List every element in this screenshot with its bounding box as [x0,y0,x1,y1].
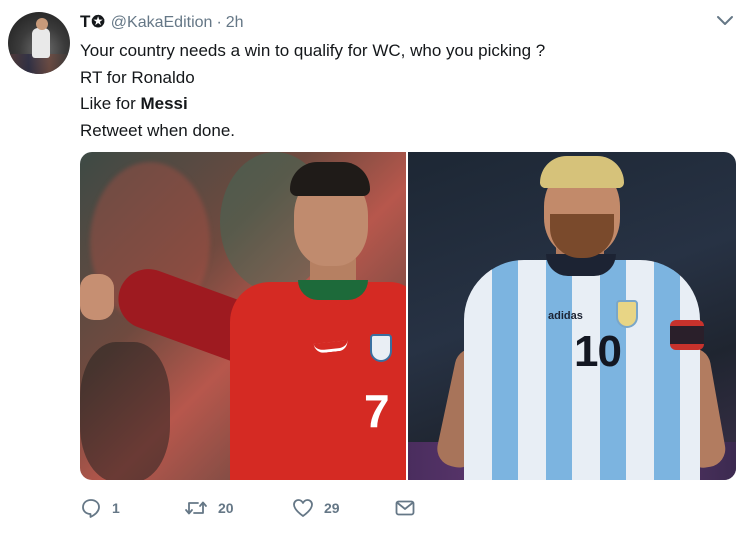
like-prefix: Like for [80,94,141,113]
tweet-actions: 1 20 29 [80,497,480,521]
ronaldo-photo[interactable]: 7 [80,152,406,480]
tweet-line-retweet: Retweet when done. [80,120,235,140]
shirt-number: 10 [574,327,622,376]
player-fist [80,274,114,320]
chevron-down-icon[interactable] [716,14,734,28]
reply-count: 1 [112,500,120,516]
display-name[interactable]: T [80,12,90,32]
tweet-text: Your country needs a win to qualify for … [80,38,720,144]
reply-icon [82,499,100,518]
team-crest-icon [616,300,638,328]
avatar[interactable] [8,12,70,74]
tweet-card: T ✪ @KakaEdition · 2h Your country needs… [0,0,750,534]
heart-icon [293,499,313,517]
jersey-collar [298,280,368,300]
player-hair [540,156,624,188]
direct-message-button[interactable] [394,497,416,519]
retweet-count: 20 [218,500,234,516]
tweet-line-rt: RT for Ronaldo [80,67,195,87]
tweet-media[interactable]: 7 adidas 10 [80,152,736,480]
user-handle[interactable]: @KakaEdition [111,14,213,32]
shirt-number: 7 [364,385,390,437]
like-bold: Messi [140,94,188,113]
team-crest-icon [370,334,392,362]
like-count: 29 [324,500,340,516]
tweet-header: T ✪ @KakaEdition · 2h [80,12,244,34]
retweet-button[interactable]: 20 [184,497,234,519]
timestamp[interactable]: 2h [226,14,244,32]
like-button[interactable]: 29 [292,497,340,519]
bokeh-shape [80,342,170,480]
avatar-figure [32,28,50,58]
captain-armband [670,320,704,350]
tweet-line-question: Your country needs a win to qualify for … [80,41,546,60]
messi-photo[interactable]: adidas 10 [408,152,736,480]
separator-dot: · [216,14,222,31]
avatar-head [36,18,48,30]
reply-button[interactable]: 1 [80,497,120,519]
name-badge: ✪ [91,14,105,31]
retweet-icon [185,501,207,515]
tweet-line-like: Like for Messi [80,91,720,118]
player-hair [290,162,370,196]
envelope-icon [395,500,415,516]
brand-logo: adidas [548,310,583,322]
player-jersey [230,282,406,480]
